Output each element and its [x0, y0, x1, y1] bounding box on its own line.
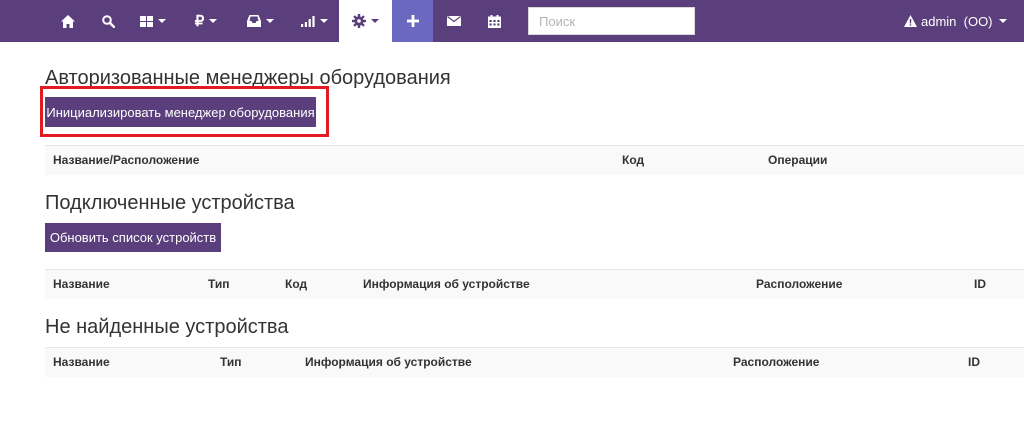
column-header: ID: [968, 355, 980, 369]
nav-home[interactable]: [55, 0, 81, 42]
nav-modules-dropdown[interactable]: [137, 0, 169, 42]
managers-table-header: Название/Расположение Код Операции: [45, 145, 1024, 175]
chevron-down-icon: [265, 19, 274, 23]
column-header: ID: [974, 277, 986, 291]
column-header: Расположение: [756, 277, 843, 291]
chevron-down-icon: [319, 19, 328, 23]
column-header: Название: [53, 277, 110, 291]
nav-messages[interactable]: [443, 0, 465, 42]
top-navbar: ₽ Поиск admin (OO): [0, 0, 1024, 42]
chevron-down-icon: [209, 19, 218, 23]
column-header: Информация об устройстве: [305, 355, 472, 369]
nav-calendar[interactable]: [483, 0, 505, 42]
column-header: Информация об устройстве: [363, 277, 530, 291]
not-found-devices-title: Не найденные устройства: [45, 316, 289, 338]
column-header: Тип: [208, 277, 230, 291]
nav-reports-dropdown[interactable]: [298, 0, 330, 42]
not-found-table-header: Название Тип Информация об устройстве Ра…: [45, 347, 1024, 377]
user-label: admin (OO): [921, 13, 993, 29]
column-header: Код: [622, 153, 645, 167]
user-menu[interactable]: admin (OO): [904, 0, 1007, 42]
home-icon: [61, 14, 75, 28]
nav-warehouse-dropdown[interactable]: [244, 0, 276, 42]
plus-icon: [406, 15, 419, 27]
chevron-down-icon: [998, 19, 1007, 23]
chevron-down-icon: [371, 19, 379, 23]
signal-icon: [300, 15, 315, 27]
gear-icon: [352, 14, 366, 28]
envelope-icon: [447, 16, 461, 26]
nav-add-button[interactable]: [392, 0, 433, 42]
grid-icon: [140, 15, 153, 27]
connected-devices-title: Подключенные устройства: [45, 192, 295, 214]
nav-finance-dropdown[interactable]: ₽: [192, 0, 220, 42]
connected-table-header: Название Тип Код Информация об устройств…: [45, 269, 1024, 299]
refresh-devices-button[interactable]: Обновить список устройств: [45, 223, 221, 252]
nav-settings-dropdown[interactable]: [339, 0, 392, 42]
search-icon: [101, 14, 115, 28]
warning-icon: [904, 15, 917, 27]
column-header: Тип: [220, 355, 242, 369]
ruble-icon: ₽: [194, 12, 205, 30]
column-header: Название: [53, 355, 110, 369]
search-input[interactable]: [528, 7, 695, 35]
inbox-icon: [246, 15, 261, 27]
column-header: Название/Расположение: [53, 153, 200, 167]
init-manager-button[interactable]: Инициализировать менеджер оборудования: [45, 97, 316, 127]
column-header: Расположение: [733, 355, 820, 369]
nav-search[interactable]: [97, 0, 119, 42]
calendar-icon: [487, 14, 501, 28]
column-header: Код: [285, 277, 308, 291]
column-header: Операции: [768, 153, 828, 167]
chevron-down-icon: [158, 19, 166, 23]
